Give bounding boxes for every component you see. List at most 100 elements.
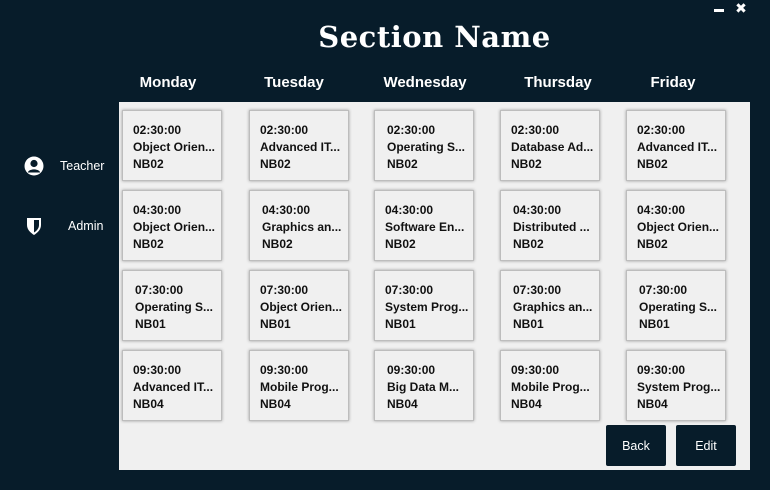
class-time: 02:30:00 [387,123,436,137]
class-course: System Prog... [637,380,721,394]
class-time: 04:30:00 [637,203,686,217]
minimize-icon [714,9,724,12]
class-course: Distributed ... [513,220,590,234]
schedule-card[interactable]: 04:30:00 Graphics an... NB02 [249,190,349,261]
class-course: Graphics an... [513,300,593,314]
schedule-card[interactable]: 09:30:00 Mobile Prog... NB04 [500,350,600,421]
class-time: 07:30:00 [135,283,184,297]
schedule-card[interactable]: 02:30:00 Advanced IT... NB02 [249,110,349,181]
class-time: 04:30:00 [385,203,434,217]
schedule-card[interactable]: 09:30:00 Advanced IT... NB04 [122,350,222,421]
class-time: 02:30:00 [133,123,182,137]
class-room: NB04 [260,397,291,411]
schedule-card[interactable]: 04:30:00 Object Orien... NB02 [626,190,726,261]
class-time: 04:30:00 [133,203,182,217]
class-time: 02:30:00 [511,123,560,137]
class-course: Big Data M... [387,380,460,394]
class-course: Operating S... [135,300,214,314]
class-time: 07:30:00 [260,283,309,297]
class-course: Mobile Prog... [511,380,590,394]
sidebar-item-label: Admin [68,219,104,233]
class-time: 09:30:00 [387,363,436,377]
schedule-card[interactable]: 07:30:00 Operating S... NB01 [626,270,726,341]
schedule-card[interactable]: 09:30:00 Mobile Prog... NB04 [249,350,349,421]
user-icon [22,154,46,178]
class-time: 07:30:00 [639,283,688,297]
class-course: Object Orien... [260,300,343,314]
class-course: Advanced IT... [260,140,341,154]
day-header: Wednesday [383,74,467,91]
class-course: Mobile Prog... [260,380,339,394]
class-time: 07:30:00 [513,283,562,297]
class-room: NB01 [385,317,416,331]
class-time: 09:30:00 [511,363,560,377]
window-controls: ✖ [712,2,748,16]
class-time: 09:30:00 [133,363,182,377]
schedule-card[interactable]: 04:30:00 Software En... NB02 [374,190,474,261]
edit-button[interactable]: Edit [676,425,736,466]
schedule-card[interactable]: 07:30:00 Graphics an... NB01 [500,270,600,341]
class-room: NB01 [260,317,291,331]
class-room: NB02 [133,157,164,171]
schedule-grid: 02:30:00 Object Orien... NB02 04:30:00 O… [119,102,750,470]
day-header: Tuesday [264,74,324,91]
class-time: 04:30:00 [262,203,311,217]
back-button[interactable]: Back [606,425,666,466]
day-header: Monday [139,74,197,91]
class-course: Advanced IT... [133,380,214,394]
class-room: NB02 [133,237,164,251]
class-room: NB04 [637,397,668,411]
class-time: 02:30:00 [260,123,309,137]
class-room: NB02 [637,157,668,171]
class-course: Object Orien... [133,220,216,234]
class-room: NB04 [133,397,164,411]
schedule-card[interactable]: 04:30:00 Distributed ... NB02 [500,190,600,261]
schedule-card[interactable]: 02:30:00 Advanced IT... NB02 [626,110,726,181]
class-room: NB02 [387,157,418,171]
shield-icon [22,214,46,238]
sidebar-item-teacher[interactable]: Teacher [22,151,112,181]
day-header-row: Monday Tuesday Wednesday Thursday Friday [105,74,750,98]
class-room: NB01 [135,317,166,331]
class-room: NB02 [262,237,293,251]
schedule-card[interactable]: 02:30:00 Database Ad... NB02 [500,110,600,181]
close-button[interactable]: ✖ [734,2,748,16]
class-course: Advanced IT... [637,140,718,154]
page-title: Section Name [318,20,551,54]
schedule-card[interactable]: 07:30:00 Operating S... NB01 [122,270,222,341]
class-course: Operating S... [387,140,466,154]
day-header: Friday [650,74,696,91]
class-room: NB01 [513,317,544,331]
class-course: Software En... [385,220,465,234]
schedule-card[interactable]: 09:30:00 System Prog... NB04 [626,350,726,421]
day-header: Thursday [524,74,592,91]
class-time: 07:30:00 [385,283,434,297]
schedule-card[interactable]: 07:30:00 System Prog... NB01 [374,270,474,341]
class-time: 09:30:00 [260,363,309,377]
close-icon: ✖ [735,1,747,17]
class-course: Graphics an... [262,220,342,234]
class-room: NB02 [637,237,668,251]
sidebar-item-label: Teacher [60,159,105,173]
schedule-card[interactable]: 07:30:00 Object Orien... NB01 [249,270,349,341]
class-room: NB01 [639,317,670,331]
schedule-card[interactable]: 02:30:00 Object Orien... NB02 [122,110,222,181]
app-window: ✖ Section Name Teacher Admin Monday Tues… [0,0,750,470]
class-course: System Prog... [385,300,469,314]
class-time: 04:30:00 [513,203,562,217]
class-course: Object Orien... [637,220,720,234]
class-room: NB04 [511,397,542,411]
class-course: Database Ad... [511,140,594,154]
class-room: NB04 [387,397,418,411]
class-room: NB02 [385,237,416,251]
class-course: Object Orien... [133,140,216,154]
class-time: 09:30:00 [637,363,686,377]
schedule-card[interactable]: 09:30:00 Big Data M... NB04 [374,350,474,421]
class-room: NB02 [260,157,291,171]
sidebar-item-admin[interactable]: Admin [22,211,112,241]
minimize-button[interactable] [712,2,726,16]
class-time: 02:30:00 [637,123,686,137]
schedule-card[interactable]: 04:30:00 Object Orien... NB02 [122,190,222,261]
schedule-card[interactable]: 02:30:00 Operating S... NB02 [374,110,474,181]
class-room: NB02 [513,237,544,251]
